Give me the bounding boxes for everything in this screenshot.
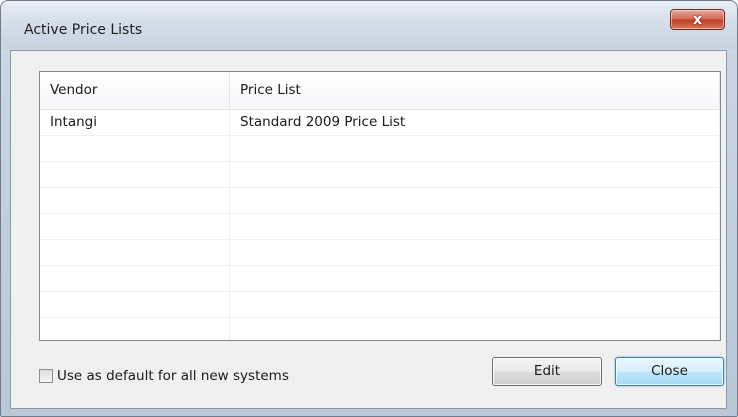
price-list-cell[interactable] (230, 162, 720, 187)
table-row[interactable] (40, 266, 720, 292)
grid-body: Intangi Standard 2009 Price List (40, 110, 720, 340)
vendor-cell[interactable] (40, 318, 230, 340)
table-row[interactable] (40, 188, 720, 214)
table-row[interactable]: Intangi Standard 2009 Price List (40, 110, 720, 136)
table-row[interactable] (40, 214, 720, 240)
price-list-cell[interactable] (230, 292, 720, 317)
edit-button[interactable]: Edit (492, 357, 602, 386)
table-row[interactable] (40, 162, 720, 188)
table-row[interactable] (40, 318, 720, 340)
price-list-cell[interactable] (230, 214, 720, 239)
price-list-cell[interactable] (230, 240, 720, 265)
default-checkbox-control[interactable]: Use as default for all new systems (39, 368, 289, 384)
column-header-vendor[interactable]: Vendor (40, 72, 230, 109)
default-checkbox[interactable] (39, 369, 53, 383)
dialog-window: Active Price Lists x Vendor Price List I… (0, 0, 738, 417)
close-icon: x (692, 11, 703, 28)
vendor-cell[interactable] (40, 136, 230, 161)
title-bar[interactable]: Active Price Lists x (1, 1, 737, 49)
table-row[interactable] (40, 292, 720, 318)
vendor-cell[interactable] (40, 162, 230, 187)
column-header-price-list[interactable]: Price List (230, 72, 720, 109)
default-checkbox-label[interactable]: Use as default for all new systems (57, 368, 289, 384)
dialog-client-area: Vendor Price List Intangi Standard 2009 P… (10, 50, 727, 409)
price-list-cell[interactable] (230, 188, 720, 213)
price-list-cell[interactable]: Standard 2009 Price List (230, 110, 720, 135)
grid-header: Vendor Price List (40, 72, 720, 110)
vendor-cell[interactable] (40, 292, 230, 317)
vendor-cell[interactable] (40, 266, 230, 291)
price-list-grid[interactable]: Vendor Price List Intangi Standard 2009 P… (39, 71, 721, 341)
table-row[interactable] (40, 136, 720, 162)
vendor-cell[interactable] (40, 240, 230, 265)
vendor-cell[interactable] (40, 188, 230, 213)
price-list-cell[interactable] (230, 318, 720, 340)
price-list-cell[interactable] (230, 266, 720, 291)
vendor-cell[interactable]: Intangi (40, 110, 230, 135)
price-list-cell[interactable] (230, 136, 720, 161)
window-title: Active Price Lists (24, 22, 143, 38)
close-button[interactable]: Close (615, 357, 724, 386)
window-close-button[interactable]: x (670, 9, 725, 30)
vendor-cell[interactable] (40, 214, 230, 239)
table-row[interactable] (40, 240, 720, 266)
